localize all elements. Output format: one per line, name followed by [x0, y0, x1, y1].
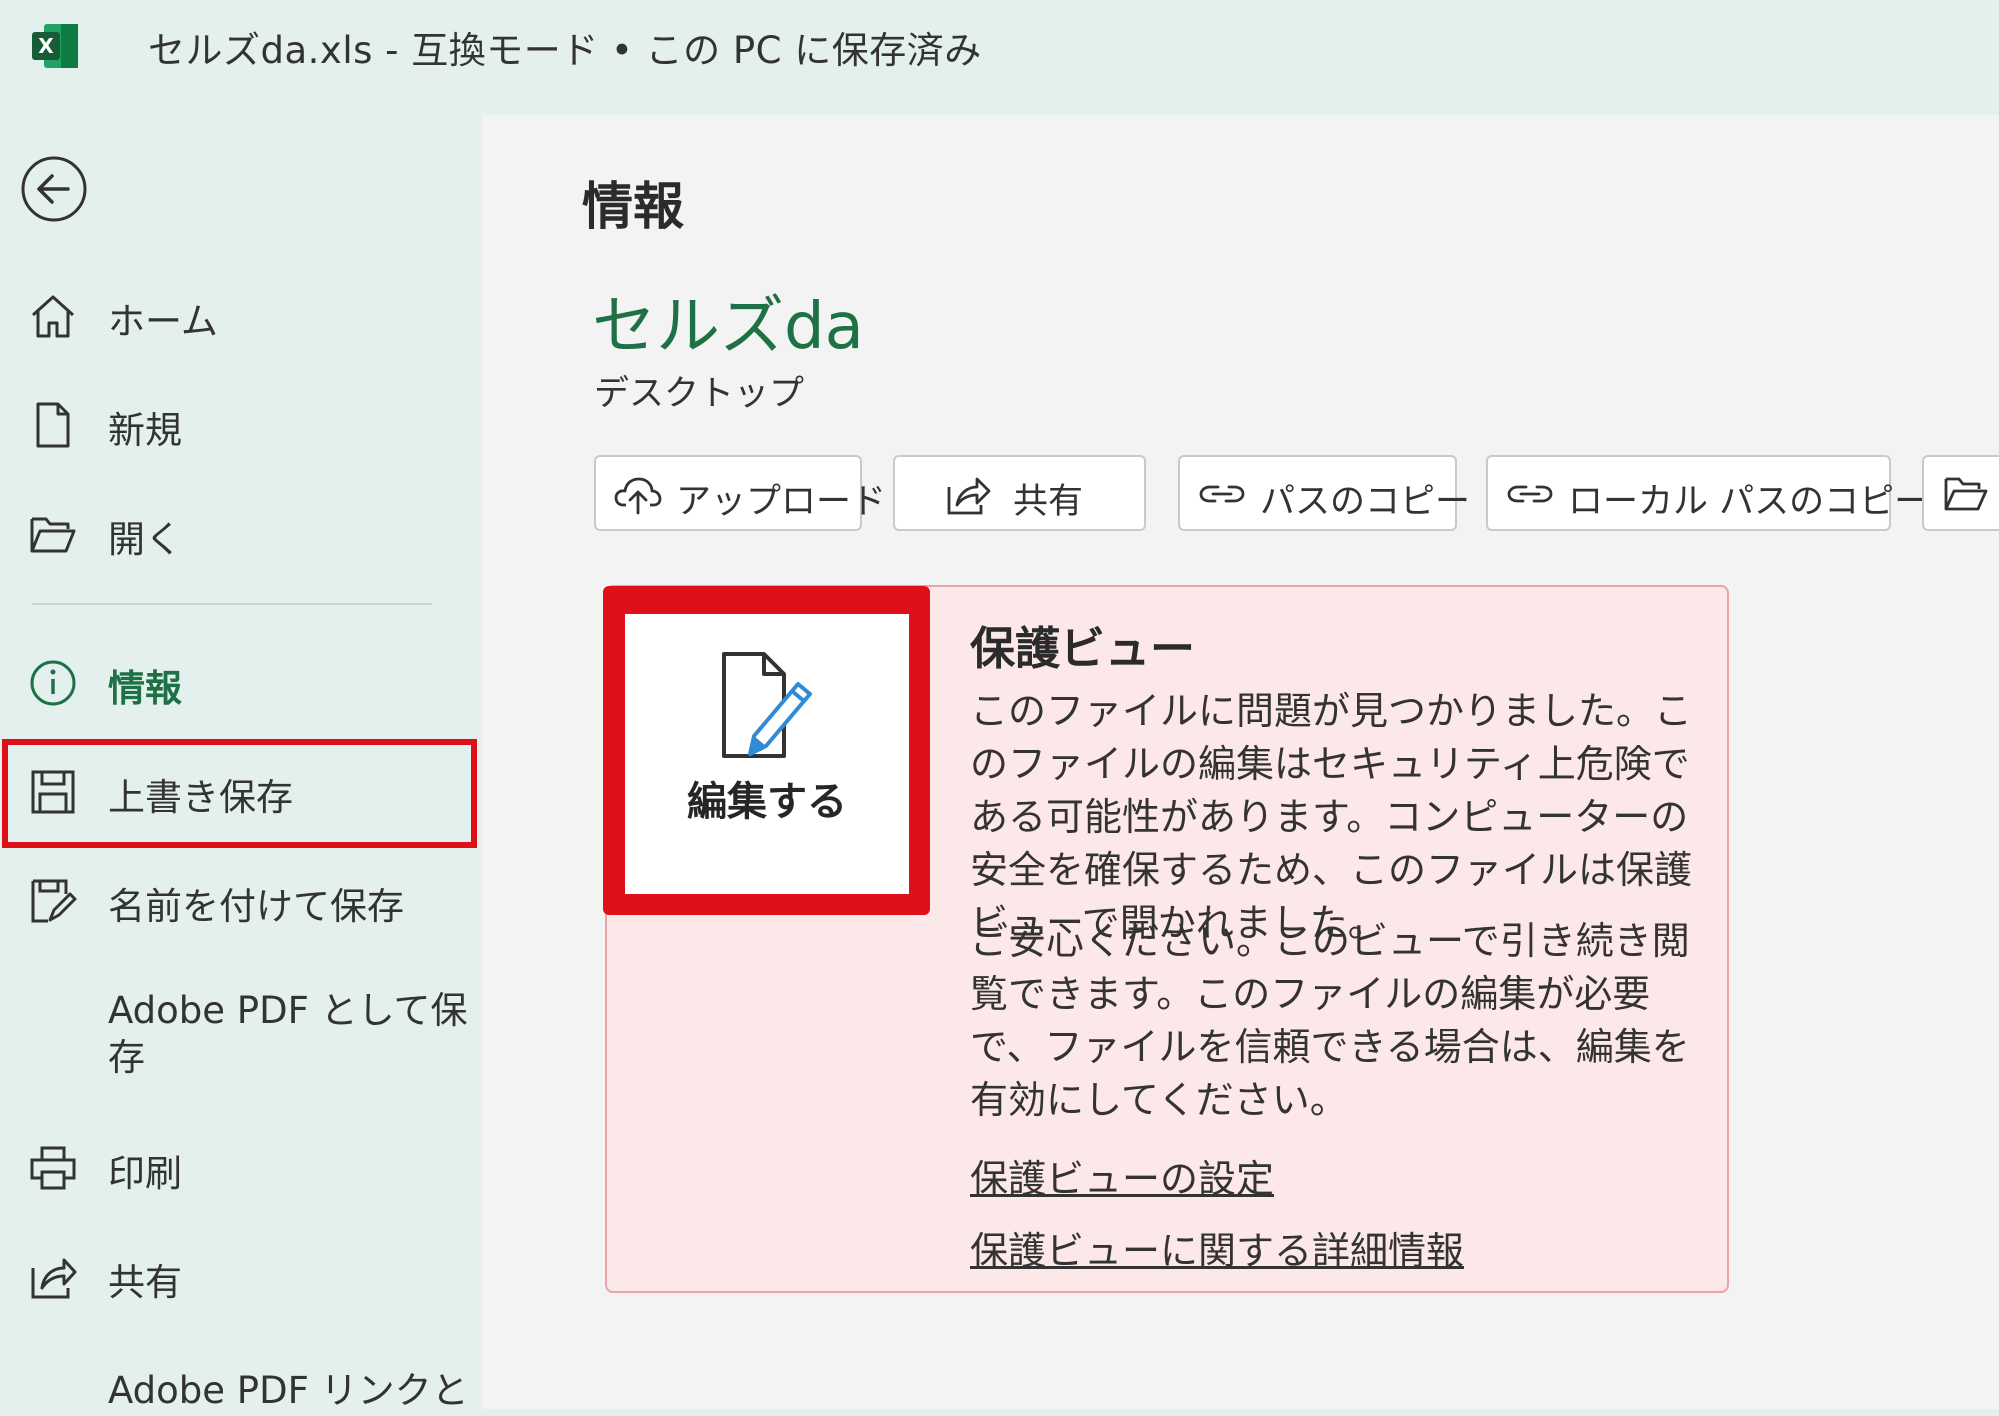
document-location: デスクトップ	[594, 374, 805, 414]
sidebar-item-home[interactable]: ホーム	[0, 263, 482, 363]
link-icon	[1506, 473, 1554, 515]
save-as-icon	[28, 876, 78, 926]
sidebar-divider	[32, 603, 432, 605]
share-button-label: 共有	[1013, 482, 1084, 522]
share-icon	[945, 473, 993, 515]
sidebar-item-label: 情報	[108, 667, 182, 710]
sidebar-item-share[interactable]: 共有	[0, 1224, 482, 1324]
sidebar-item-info[interactable]: 情報	[0, 630, 482, 730]
sidebar-item-open[interactable]: 開く	[0, 481, 482, 581]
sidebar-item-label: Adobe PDF として保存	[108, 989, 468, 1079]
sidebar-item-save-as[interactable]: 名前を付けて保存	[0, 848, 482, 948]
sidebar-item-print[interactable]: 印刷	[0, 1115, 482, 1215]
open-folder-icon	[1942, 473, 1990, 515]
highlight-box	[2, 739, 477, 848]
upload-button-label: アップロード	[676, 482, 887, 522]
enable-editing-button[interactable]: 編集する	[625, 614, 909, 894]
share-button[interactable]: 共有	[893, 455, 1146, 531]
open-file-location-button[interactable]	[1922, 455, 1999, 531]
sidebar-item-label: Adobe PDF リンクと	[108, 1369, 469, 1412]
sidebar-item-label: 共有	[108, 1261, 182, 1304]
excel-icon: X	[30, 22, 80, 70]
sidebar-item-label: 印刷	[108, 1152, 182, 1195]
link-icon	[1198, 473, 1246, 515]
sidebar-item-save-as-adobe-pdf[interactable]: Adobe PDF として保存	[0, 987, 482, 1087]
copy-path-button-label: パスのコピー	[1260, 482, 1471, 522]
sidebar-item-label: 開く	[108, 518, 182, 561]
print-icon	[28, 1143, 78, 1193]
copy-local-path-button-label: ローカル パスのコピー	[1568, 482, 1930, 522]
copy-local-path-button[interactable]: ローカル パスのコピー	[1486, 455, 1929, 531]
sidebar-item-label: ホーム	[108, 300, 218, 343]
edit-document-icon	[720, 650, 820, 762]
protected-view-title: 保護ビュー	[970, 622, 1196, 675]
document-name: セルズda	[592, 290, 864, 364]
info-icon	[28, 658, 78, 708]
copy-path-button[interactable]: パスのコピー	[1178, 455, 1470, 531]
cloud-upload-icon	[614, 473, 662, 515]
page-title: 情報	[582, 178, 685, 237]
sidebar-item-label: 新規	[108, 409, 182, 452]
protected-view-reassurance: ご安心ください。このビューで引き続き閲覧できます。このファイルの編集が必要で、フ…	[970, 919, 1690, 1122]
protected-view-message: このファイルに問題が見つかりました。このファイルの編集はセキュリティ上危険である…	[970, 689, 1693, 945]
title-bar: X セルズda.xls - 互換モード • この PC に保存済み	[0, 0, 1999, 115]
back-arrow-icon[interactable]	[20, 155, 88, 223]
window-title: セルズda.xls - 互換モード • この PC に保存済み	[148, 29, 982, 72]
backstage-sidebar: ホーム 新規 開く 情報 上書き保存 名前を付けて保存 Adobe PDF とし…	[0, 115, 482, 1412]
open-folder-icon	[28, 509, 78, 559]
protected-view-settings-link[interactable]: 保護ビューの設定	[970, 1148, 1274, 1203]
sidebar-item-new[interactable]: 新規	[0, 372, 482, 472]
svg-text:X: X	[38, 34, 54, 58]
enable-editing-label: 編集する	[687, 779, 847, 825]
share-icon	[28, 1252, 78, 1302]
sidebar-item-label: 名前を付けて保存	[108, 885, 404, 928]
upload-button[interactable]: アップロード	[594, 455, 886, 531]
protected-view-details-link[interactable]: 保護ビューに関する詳細情報	[970, 1220, 1464, 1275]
home-icon	[28, 291, 78, 341]
sidebar-item-adobe-pdf-link[interactable]: Adobe PDF リンクと	[0, 1356, 482, 1416]
new-document-icon	[28, 400, 78, 450]
